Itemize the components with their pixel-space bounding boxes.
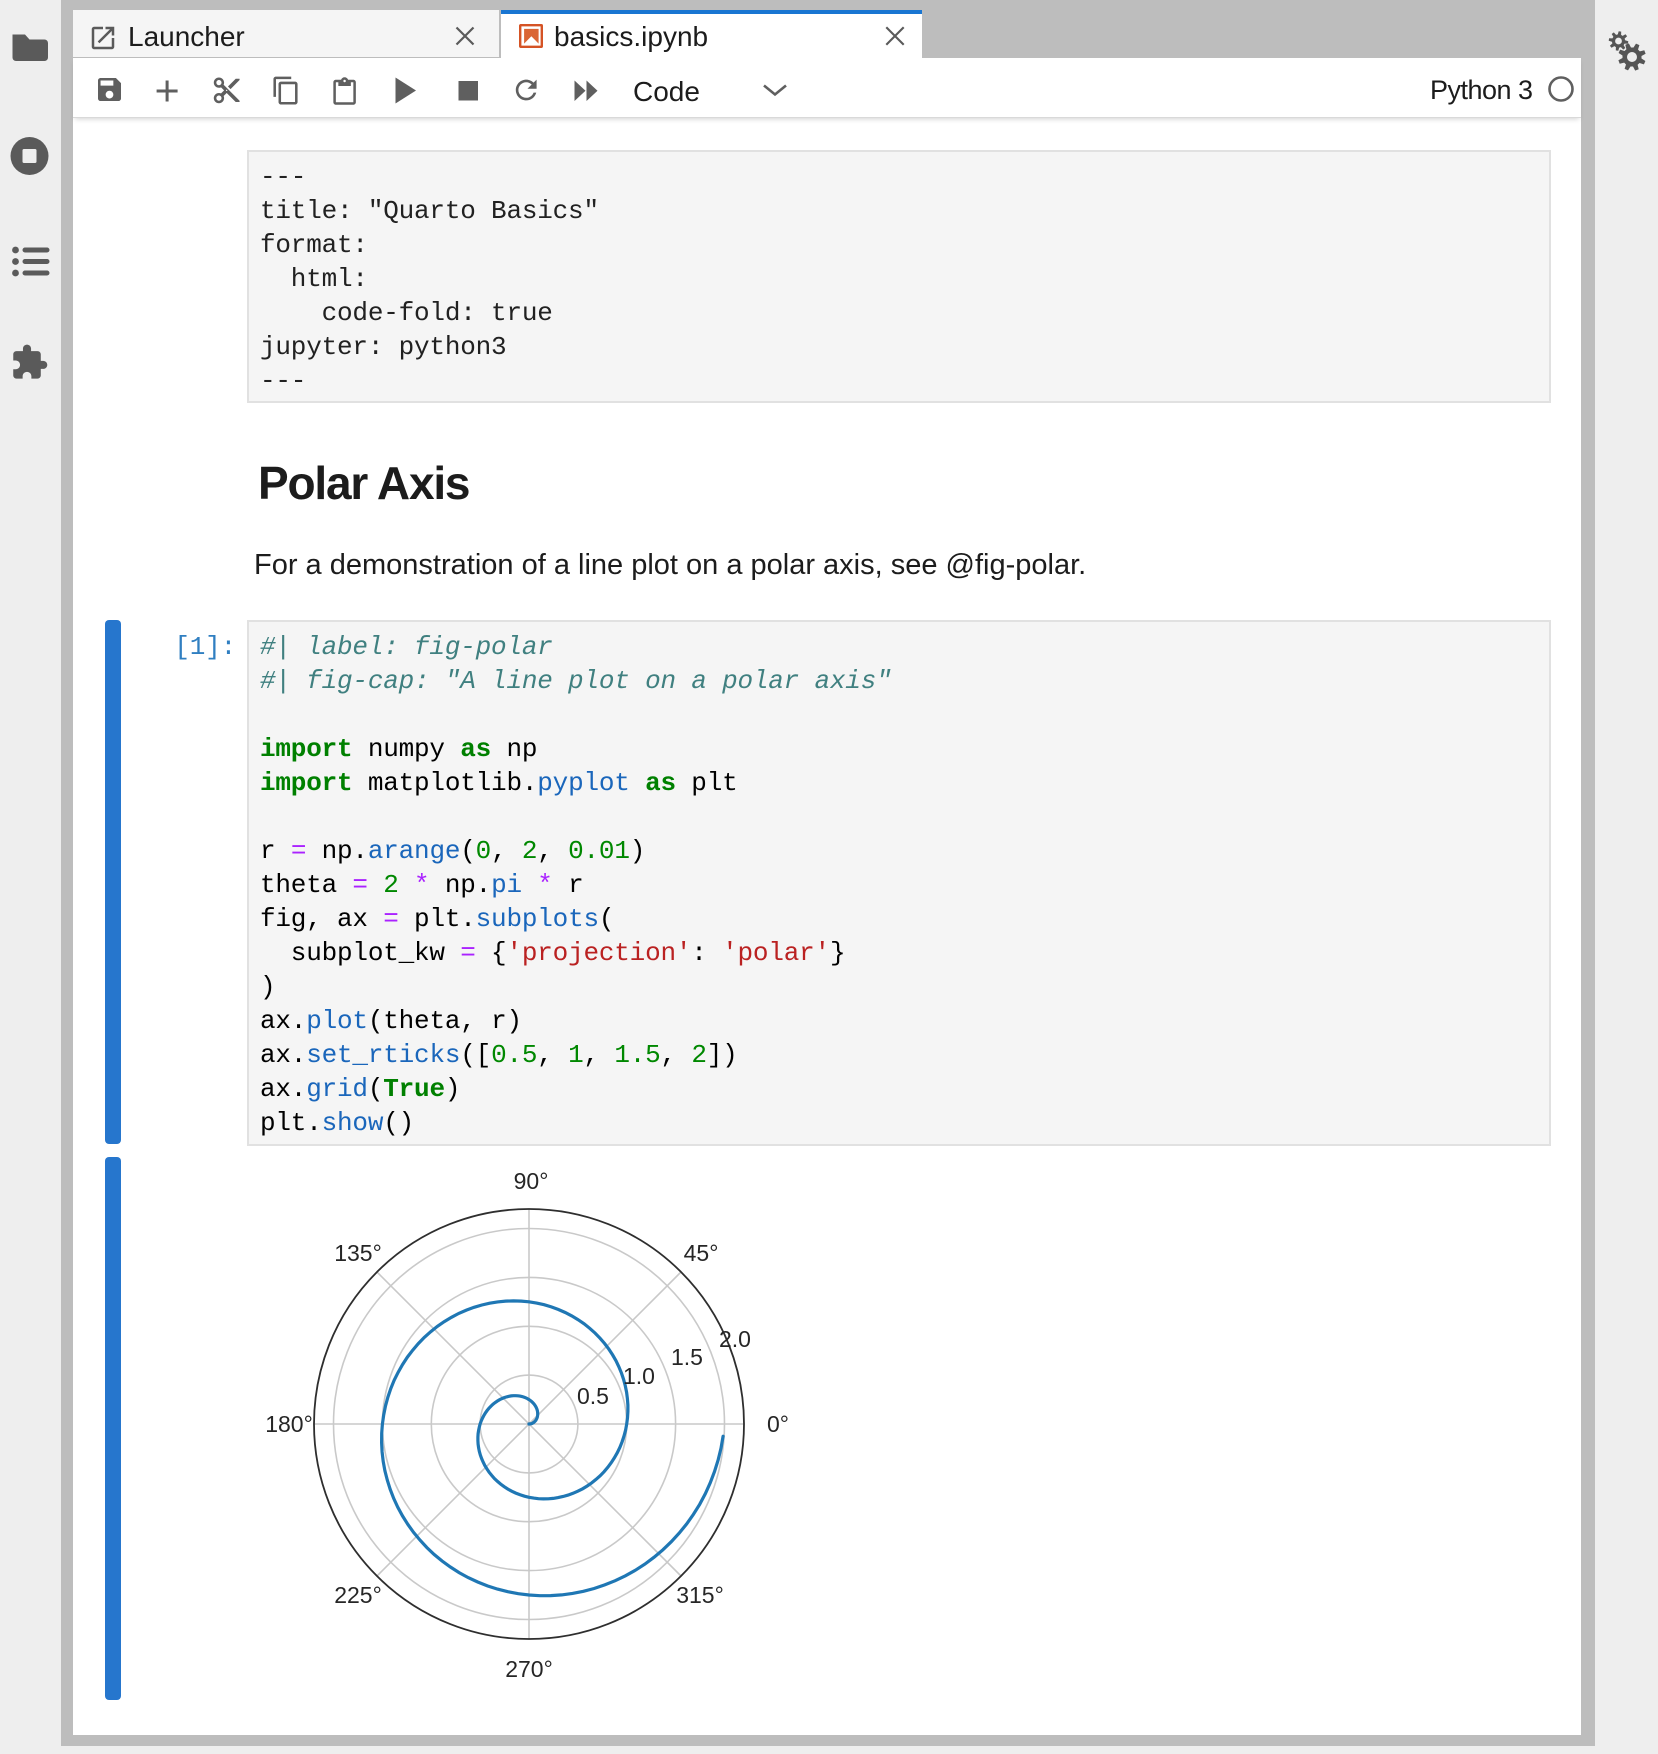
svg-text:0.5: 0.5 bbox=[577, 1383, 609, 1409]
svg-text:225°: 225° bbox=[334, 1582, 382, 1608]
svg-text:1.5: 1.5 bbox=[671, 1344, 703, 1370]
svg-text:180°: 180° bbox=[265, 1411, 313, 1437]
svg-text:0°: 0° bbox=[767, 1411, 789, 1437]
svg-text:45°: 45° bbox=[684, 1240, 719, 1266]
svg-text:135°: 135° bbox=[334, 1240, 382, 1266]
svg-text:270°: 270° bbox=[505, 1656, 553, 1682]
svg-text:2.0: 2.0 bbox=[719, 1326, 751, 1352]
svg-text:1.0: 1.0 bbox=[623, 1363, 655, 1389]
svg-text:90°: 90° bbox=[514, 1168, 549, 1194]
svg-text:315°: 315° bbox=[676, 1582, 724, 1608]
